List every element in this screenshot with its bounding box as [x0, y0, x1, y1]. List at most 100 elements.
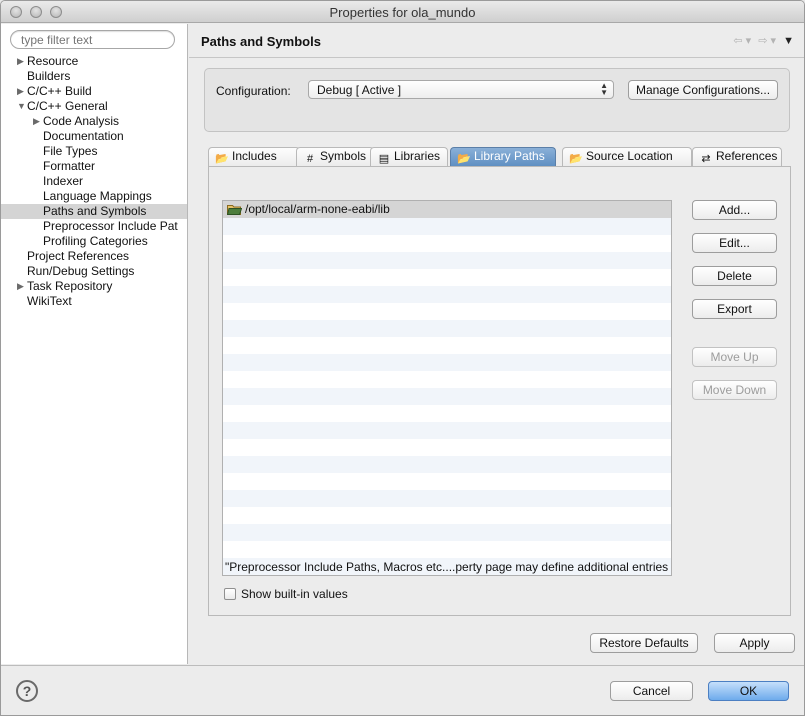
back-arrow-icon[interactable]: ⇦ ▾: [733, 35, 751, 47]
tree-item[interactable]: ▶ Code Analysis: [1, 114, 187, 129]
tree-item-label: Task Repository: [27, 279, 113, 293]
tree-item-label: Code Analysis: [43, 114, 120, 128]
empty-list-row[interactable]: [223, 252, 671, 269]
property-sidebar: ▶ResourceBuilders▶C/C++ Build▼C/C++ Gene…: [1, 24, 188, 664]
show-builtin-checkbox[interactable]: Show built-in values: [224, 587, 348, 601]
empty-list-row[interactable]: [223, 388, 671, 405]
tab-label: Source Location: [586, 149, 673, 163]
empty-list-row[interactable]: [223, 320, 671, 337]
add-button[interactable]: Add...: [692, 200, 777, 220]
configuration-group: Configuration: Debug [ Active ] ▲ ▼ Manag…: [204, 68, 790, 132]
ok-button[interactable]: OK: [708, 681, 789, 701]
tree-item-label: Builders: [27, 69, 71, 83]
tree-item[interactable]: Builders: [1, 69, 187, 84]
info-note: "Preprocessor Include Paths, Macros etc.…: [225, 560, 669, 574]
tab-label: Symbols: [320, 149, 367, 163]
empty-list-row[interactable]: [223, 405, 671, 422]
properties-window: Properties for ola_mundo ▶ResourceBuilde…: [0, 0, 805, 716]
tab-label: References: [716, 149, 778, 163]
tree-item[interactable]: Profiling Categories: [1, 234, 187, 249]
tab-label: Library Paths: [474, 149, 545, 163]
page-title: Paths and Symbols: [201, 34, 321, 49]
empty-list-row[interactable]: [223, 371, 671, 388]
forward-arrow-icon[interactable]: ⇨ ▾: [758, 35, 776, 47]
collapsed-twisty-icon[interactable]: ▶: [17, 84, 24, 98]
tab-libraries[interactable]: ▤ Libraries: [370, 147, 448, 166]
tab-folder: 📂 Includes # Symbols ▤ Libraries 📂 Library Path…: [208, 147, 791, 617]
empty-list-row[interactable]: [223, 235, 671, 252]
empty-list-row[interactable]: [223, 286, 671, 303]
view-menu-icon[interactable]: ▼: [783, 35, 794, 47]
tree-item-label: Preprocessor Include Pat: [43, 219, 178, 233]
checkbox-box[interactable]: [224, 588, 236, 600]
library-paths-icon: 📂: [457, 153, 471, 165]
empty-list-row[interactable]: [223, 218, 671, 235]
configuration-select[interactable]: Debug [ Active ] ▲ ▼: [308, 80, 614, 99]
tree-item[interactable]: Paths and Symbols: [1, 204, 187, 219]
move-up-button[interactable]: Move Up: [692, 347, 777, 367]
library-paths-list[interactable]: /opt/local/arm-none-eabi/lib: [222, 200, 672, 576]
edit-button[interactable]: Edit...: [692, 233, 777, 253]
tree-item-label: C/C++ Build: [27, 84, 92, 98]
tab-symbols[interactable]: # Symbols: [296, 147, 374, 166]
collapsed-twisty-icon[interactable]: ▶: [17, 279, 24, 293]
empty-list-row[interactable]: [223, 490, 671, 507]
page-header: Paths and Symbols ⇦ ▾ ⇨ ▾ ▼: [189, 24, 804, 58]
tree-item-label: Resource: [27, 54, 79, 68]
tree-item[interactable]: Documentation: [1, 129, 187, 144]
tree-item[interactable]: ▶ Task Repository: [1, 279, 187, 294]
empty-list-row[interactable]: [223, 422, 671, 439]
help-icon[interactable]: ?: [16, 680, 38, 702]
tab-source-location[interactable]: 📂 Source Location: [562, 147, 692, 166]
empty-list-row[interactable]: [223, 541, 671, 558]
expanded-twisty-icon[interactable]: ▼: [17, 99, 26, 113]
symbols-icon: #: [306, 153, 314, 165]
empty-list-row[interactable]: [223, 473, 671, 490]
empty-list-row[interactable]: [223, 439, 671, 456]
tab-library-paths[interactable]: 📂 Library Paths: [450, 147, 556, 166]
includes-icon: 📂: [215, 153, 229, 165]
tree-item[interactable]: File Types: [1, 144, 187, 159]
move-down-button[interactable]: Move Down: [692, 380, 777, 400]
empty-list-row[interactable]: [223, 269, 671, 286]
tree-item[interactable]: Run/Debug Settings: [1, 264, 187, 279]
tree-item-label: Indexer: [43, 174, 84, 188]
manage-configurations-button[interactable]: Manage Configurations...: [628, 80, 778, 100]
filter-input[interactable]: [10, 30, 175, 49]
empty-list-row[interactable]: [223, 303, 671, 320]
restore-defaults-button[interactable]: Restore Defaults: [590, 633, 698, 653]
tree-item[interactable]: ▼ C/C++ General: [1, 99, 187, 114]
tree-item[interactable]: WikiText: [1, 294, 187, 309]
empty-list-row[interactable]: [223, 524, 671, 541]
dialog-footer: ? Cancel OK: [1, 665, 804, 715]
delete-button[interactable]: Delete: [692, 266, 777, 286]
tree-item[interactable]: Project References: [1, 249, 187, 264]
tree-item-label: Language Mappings: [43, 189, 152, 203]
tree-item-label: Paths and Symbols: [43, 204, 147, 218]
history-nav: ⇦ ▾ ⇨ ▾ ▼: [729, 34, 794, 47]
tab-row: 📂 Includes # Symbols ▤ Libraries 📂 Library Path…: [208, 147, 804, 166]
window-title: Properties for ola_mundo: [329, 5, 476, 20]
empty-list-row[interactable]: [223, 354, 671, 371]
tree-item[interactable]: Indexer: [1, 174, 187, 189]
tree-item-label: Documentation: [43, 129, 124, 143]
tab-references[interactable]: ⇄ References: [692, 147, 782, 166]
tab-label: Includes: [232, 149, 277, 163]
tree-item[interactable]: Language Mappings: [1, 189, 187, 204]
cancel-button[interactable]: Cancel: [610, 681, 693, 701]
source-location-icon: 📂: [569, 153, 583, 165]
tree-item[interactable]: ▶ Resource: [1, 54, 187, 69]
collapsed-twisty-icon[interactable]: ▶: [17, 54, 24, 68]
tree-item[interactable]: Formatter: [1, 159, 187, 174]
empty-list-row[interactable]: [223, 337, 671, 354]
export-button[interactable]: Export: [692, 299, 777, 319]
tree-item[interactable]: ▶ C/C++ Build: [1, 84, 187, 99]
library-path-row[interactable]: /opt/local/arm-none-eabi/lib: [223, 201, 671, 218]
tree-item[interactable]: Preprocessor Include Pat: [1, 219, 187, 234]
tab-includes[interactable]: 📂 Includes: [208, 147, 300, 166]
collapsed-twisty-icon[interactable]: ▶: [33, 114, 40, 128]
apply-button[interactable]: Apply: [714, 633, 795, 653]
empty-list-row[interactable]: [223, 507, 671, 524]
show-builtin-label: Show built-in values: [241, 587, 348, 601]
empty-list-row[interactable]: [223, 456, 671, 473]
